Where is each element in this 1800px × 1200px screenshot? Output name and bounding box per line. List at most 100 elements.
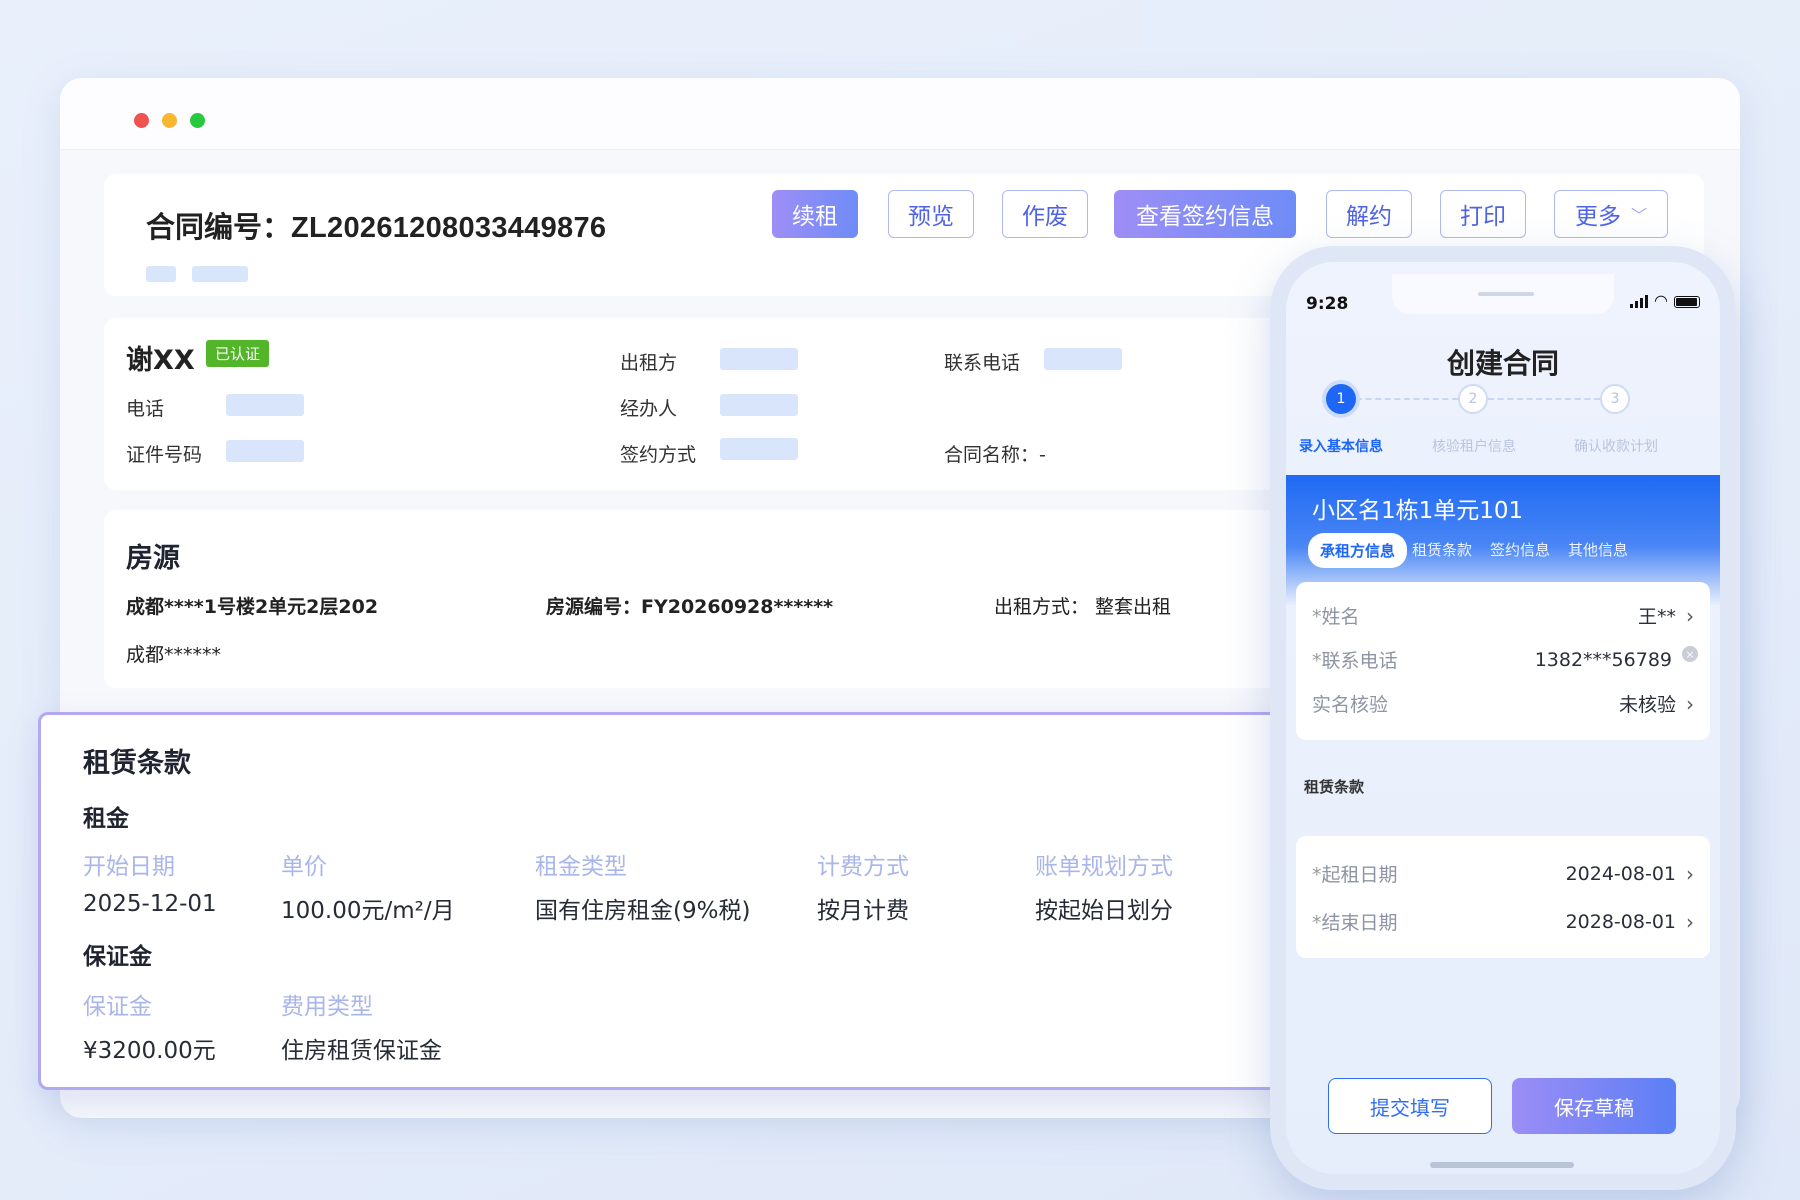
rent-header-bill-plan: 账单规划方式 [1035, 854, 1173, 880]
submit-button[interactable]: 提交填写 [1328, 1078, 1492, 1134]
phone-placeholder [226, 394, 304, 416]
signal-icon [1630, 294, 1649, 308]
tab-lease-terms[interactable]: 租赁条款 [1412, 539, 1472, 560]
status-icons: ◠ [1630, 291, 1700, 310]
deposit-section-title: 保证金 [83, 944, 152, 970]
house-address: 成都****1号楼2单元2层202 [126, 596, 379, 618]
lessor-label: 出租方 [620, 352, 678, 374]
contact-phone-row[interactable]: *联系电话 1382***56789 [1312, 646, 1672, 673]
end-date-row[interactable]: *结束日期 2028-08-01 › [1312, 908, 1694, 935]
realname-row[interactable]: 实名核验 未核验 › [1312, 690, 1694, 717]
wifi-icon: ◠ [1654, 291, 1668, 310]
house-code: 房源编号：FY20260928****** [546, 596, 834, 618]
start-date-value: 2024-08-01 [1565, 862, 1676, 885]
home-indicator [1430, 1162, 1574, 1168]
contact-phone-input[interactable]: 1382***56789 [1535, 649, 1672, 671]
chevron-right-icon: › [1686, 861, 1694, 886]
window-titlebar [60, 78, 1740, 150]
start-date-row[interactable]: *起租日期 2024-08-01 › [1312, 860, 1694, 887]
sign-method-label: 签约方式 [620, 444, 697, 466]
handler-placeholder [720, 394, 798, 416]
status-time: 9:28 [1306, 294, 1349, 314]
start-date-label: 起租日期 [1321, 864, 1398, 886]
void-button[interactable]: 作废 [1002, 190, 1088, 238]
end-date-label: 结束日期 [1321, 912, 1398, 934]
step-connector [1488, 398, 1600, 400]
rent-start-date: 2025-12-01 [83, 891, 217, 917]
deposit-header-amount: 保证金 [83, 994, 152, 1020]
more-button-label: 更多 [1574, 204, 1621, 230]
property-address: 小区名1栋1单元101 [1312, 498, 1524, 524]
phone-label: 电话 [126, 398, 165, 420]
step-2-label: 核验租户信息 [1432, 439, 1516, 455]
tag-placeholder [146, 266, 176, 282]
step-2-indicator[interactable]: 2 [1458, 384, 1488, 414]
rent-header-unit-price: 单价 [281, 854, 327, 880]
tenant-form-card: *姓名 王** › × *联系电话 1382***56789 实名核验 未核验 › [1296, 582, 1710, 740]
maximize-window-dot[interactable] [190, 113, 205, 128]
realname-label: 实名核验 [1312, 694, 1389, 716]
preview-button[interactable]: 预览 [888, 190, 974, 238]
rent-header-billing-method: 计费方式 [817, 854, 909, 880]
contact-phone-field-label: 联系电话 [1321, 650, 1398, 672]
mobile-phone: 9:28 ◠ 创建合同 1 2 3 录入基本信息 核验租户信息 确认收款计划 小… [1270, 246, 1736, 1190]
contract-number-label: 合同编号： [146, 210, 292, 244]
contract-number: 合同编号：ZL20261208033449876 [146, 204, 606, 246]
billing-method: 按月计费 [817, 898, 909, 924]
save-draft-button[interactable]: 保存草稿 [1512, 1078, 1676, 1134]
id-number-placeholder [226, 440, 304, 462]
step-connector [1356, 398, 1458, 400]
chevron-right-icon: › [1686, 691, 1694, 716]
deposit-header-fee-type: 费用类型 [281, 994, 373, 1020]
rent-section-title: 租金 [83, 806, 129, 832]
phone-page-title: 创建合同 [1446, 347, 1559, 380]
name-row[interactable]: *姓名 王** › [1312, 602, 1694, 629]
battery-icon [1674, 296, 1700, 308]
name-label: 姓名 [1321, 606, 1360, 628]
lease-terms-section-label: 租赁条款 [1304, 778, 1365, 796]
tab-other-info[interactable]: 其他信息 [1568, 539, 1628, 560]
rent-unit-price: 100.00元/m²/月 [281, 898, 455, 924]
step-3-label: 确认收款计划 [1574, 439, 1658, 455]
contact-phone-label: 联系电话 [944, 352, 1021, 374]
lease-terms-panel: 租赁条款 租金 开始日期 单价 租金类型 计费方式 账单规划方式 2025-12… [38, 712, 1328, 1090]
tag-placeholder [192, 266, 248, 282]
deposit-amount: ¥3200.00元 [83, 1038, 216, 1064]
contact-phone-placeholder [1044, 348, 1122, 370]
tab-sign-info[interactable]: 签约信息 [1490, 539, 1550, 560]
minimize-window-dot[interactable] [162, 113, 177, 128]
step-1-indicator[interactable]: 1 [1326, 384, 1356, 414]
deposit-fee-type: 住房租赁保证金 [281, 1038, 442, 1064]
name-value: 王** [1637, 606, 1676, 628]
clear-icon[interactable]: × [1682, 646, 1698, 662]
chevron-down-icon: ﹀ [1630, 206, 1647, 225]
house-city: 成都****** [126, 644, 222, 666]
verified-badge: 已认证 [206, 340, 270, 367]
sign-method-placeholder [720, 438, 798, 460]
bill-plan: 按起始日划分 [1035, 898, 1173, 924]
speaker-bar [1478, 292, 1534, 296]
end-date-value: 2028-08-01 [1565, 910, 1676, 933]
realname-value: 未核验 [1618, 694, 1676, 716]
more-button[interactable]: 更多 ﹀ [1554, 190, 1668, 238]
renew-button[interactable]: 续租 [772, 190, 858, 238]
terminate-button[interactable]: 解约 [1326, 190, 1412, 238]
contract-number-value: ZL20261208033449876 [291, 212, 607, 244]
phone-notch [1392, 274, 1614, 314]
print-button[interactable]: 打印 [1440, 190, 1526, 238]
chevron-right-icon: › [1686, 909, 1694, 934]
step-1-label: 录入基本信息 [1299, 439, 1383, 455]
lease-dates-card: *起租日期 2024-08-01 › *结束日期 2028-08-01 › [1296, 836, 1710, 958]
rent-header-start-date: 开始日期 [83, 854, 175, 880]
rent-type: 国有住房租金(9%税) [535, 898, 751, 924]
close-window-dot[interactable] [134, 113, 149, 128]
sign-info-button[interactable]: 查看签约信息 [1114, 190, 1296, 238]
contract-name: 合同名称：- [944, 444, 1046, 466]
tenant-name: 谢XX [126, 345, 195, 376]
lessor-placeholder [720, 348, 798, 370]
handler-label: 经办人 [620, 398, 678, 420]
tab-tenant-info[interactable]: 承租方信息 [1308, 533, 1408, 568]
lease-terms-title: 租赁条款 [83, 748, 191, 779]
id-number-label: 证件号码 [126, 444, 203, 466]
step-3-indicator[interactable]: 3 [1600, 384, 1630, 414]
